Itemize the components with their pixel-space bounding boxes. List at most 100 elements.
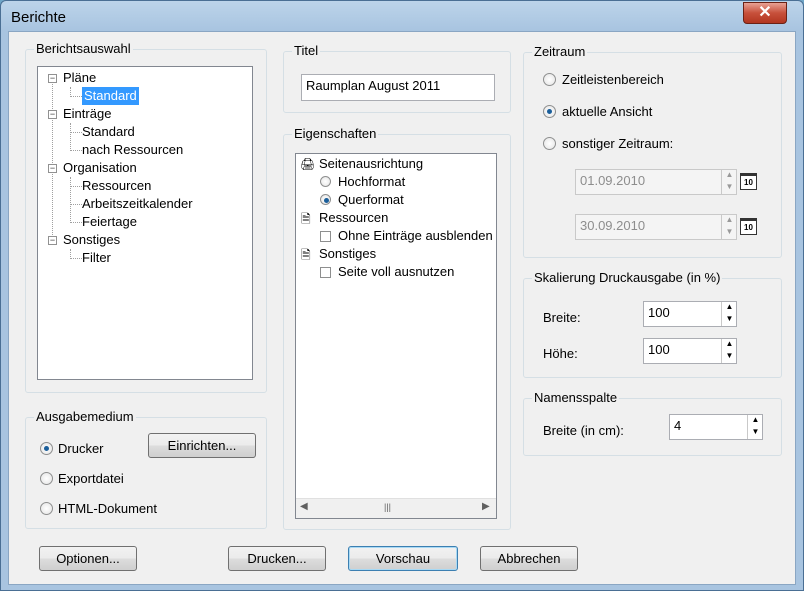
skalierung-hoehe-spinner[interactable]: ▲ ▼ [721,339,737,363]
tree-connector [70,186,82,187]
sonstiges-label: Sonstiges [319,246,377,261]
tree-node-plaene-standard[interactable]: Standard [81,86,140,106]
hochformat-label[interactable]: Hochformat [338,174,405,189]
breite-label: Breite: [543,310,581,325]
page-icon: 🗎 [301,212,311,226]
drucken-button[interactable]: Drucken... [228,546,326,571]
tree-connector [70,222,82,223]
skalierung-breite-spinner[interactable]: ▲ ▼ [721,302,737,326]
dialog-window: Berichte ✕ Berichtsauswahl − Pläne Stand… [0,0,804,591]
skalierung-label: Skalierung Druckausgabe (in %) [532,270,723,285]
ausgabemedium-label: Ausgabemedium [34,409,136,424]
scroll-right-icon[interactable]: ▶ [482,501,490,512]
collapse-icon[interactable]: − [48,110,57,119]
tree-connector [70,177,71,223]
tree-node-arbeitszeitkalender[interactable]: Arbeitszeitkalender [82,195,193,213]
collapse-icon[interactable]: − [48,164,57,173]
tree-connector [52,79,53,243]
tree-node-ressourcen[interactable]: Ressourcen [82,177,151,195]
tree-node-organisation[interactable]: Organisation [63,159,137,177]
seitenausrichtung-label: Seitenausrichtung [319,156,424,171]
report-tree[interactable]: − Pläne Standard − Einträge Standard nac… [37,66,253,380]
abbrechen-button[interactable]: Abbrechen [480,546,578,571]
seite-voll-label[interactable]: Seite voll ausnutzen [338,264,454,279]
titel-input[interactable]: Raumplan August 2011 [301,74,495,101]
namensspalte-breite-spinner[interactable]: ▲ ▼ [747,415,763,439]
calendar-icon[interactable]: 10 [740,218,757,235]
drucker-radio[interactable] [40,442,53,455]
berichtsauswahl-group: Berichtsauswahl − Pläne Standard − Eintr… [25,41,267,393]
date-to-spinner[interactable]: ▲ ▼ [721,215,737,239]
spin-up-icon[interactable]: ▲ [748,415,763,427]
printer-icon: 🖨 [300,157,316,171]
sonstiger-zeitraum-radio[interactable] [543,137,556,150]
window-title: Berichte [11,9,67,26]
tree-connector [70,150,82,151]
spin-up-icon[interactable]: ▲ [722,215,737,227]
eigenschaften-list[interactable]: 🖨 Seitenausrichtung Hochformat Querforma… [295,153,497,519]
title-bar[interactable]: Berichte ✕ [1,1,803,35]
spin-down-icon[interactable]: ▼ [722,351,737,363]
tree-node-feiertage[interactable]: Feiertage [82,213,137,231]
querformat-label[interactable]: Querformat [338,192,404,207]
date-from-spinner[interactable]: ▲ ▼ [721,170,737,194]
tree-node-filter[interactable]: Filter [82,249,111,267]
spin-down-icon[interactable]: ▼ [722,182,737,194]
exportdatei-radio[interactable] [40,472,53,485]
spin-up-icon[interactable]: ▲ [722,170,737,182]
exportdatei-label[interactable]: Exportdatei [58,471,124,486]
hoehe-label: Höhe: [543,346,578,361]
tree-connector [70,123,71,151]
titel-label: Titel [292,43,321,58]
spin-down-icon[interactable]: ▼ [748,427,763,439]
collapse-icon[interactable]: − [48,74,57,83]
html-dokument-radio[interactable] [40,502,53,515]
collapse-icon[interactable]: − [48,236,57,245]
tree-node-plaene[interactable]: Pläne [63,69,96,87]
close-button[interactable]: ✕ [743,2,787,24]
html-dokument-label[interactable]: HTML-Dokument [58,501,157,516]
date-to-input[interactable]: 30.09.2010 [575,214,737,240]
hochformat-radio[interactable] [320,176,331,187]
eigenschaften-group: Eigenschaften 🖨 Seitenausrichtung Hochfo… [283,126,511,530]
zeitraum-group: Zeitraum Zeitleistenbereich aktuelle Ans… [523,44,782,258]
scroll-grip[interactable]: ||| [384,502,391,512]
tree-connector [70,258,82,259]
spin-down-icon[interactable]: ▼ [722,314,737,326]
skalierung-group: Skalierung Druckausgabe (in %) Breite: 1… [523,270,782,378]
page-icon: 🗎 [301,248,311,262]
berichtsauswahl-label: Berichtsauswahl [34,41,133,56]
tree-node-nach-ressourcen[interactable]: nach Ressourcen [82,141,183,159]
aktuelle-ansicht-label[interactable]: aktuelle Ansicht [562,104,652,119]
ausgabemedium-group: Ausgabemedium Drucker Einrichten... Expo… [25,409,267,529]
scroll-left-icon[interactable]: ◀ [300,501,308,512]
optionen-button[interactable]: Optionen... [39,546,137,571]
spin-down-icon[interactable]: ▼ [722,227,737,239]
ohne-eintraege-checkbox[interactable] [320,231,331,242]
tree-node-eintraege[interactable]: Einträge [63,105,111,123]
sonstiger-zeitraum-label[interactable]: sonstiger Zeitraum: [562,136,673,151]
ressourcen-label: Ressourcen [319,210,389,225]
zeitraum-label: Zeitraum [532,44,588,59]
seite-voll-checkbox[interactable] [320,267,331,278]
horizontal-scrollbar[interactable]: ◀ ||| ▶ [296,498,496,518]
vorschau-button[interactable]: Vorschau [348,546,458,571]
tree-node-sonstiges[interactable]: Sonstiges [63,231,120,249]
spin-up-icon[interactable]: ▲ [722,339,737,351]
einrichten-button[interactable]: Einrichten... [148,433,256,458]
querformat-radio[interactable] [320,194,331,205]
zeitleistenbereich-label[interactable]: Zeitleistenbereich [562,72,664,87]
dialog-client: Berichtsauswahl − Pläne Standard − Eintr… [8,31,796,585]
spin-up-icon[interactable]: ▲ [722,302,737,314]
date-from-input[interactable]: 01.09.2010 [575,169,737,195]
aktuelle-ansicht-radio[interactable] [543,105,556,118]
tree-node-eintraege-standard[interactable]: Standard [82,123,135,141]
calendar-icon[interactable]: 10 [740,173,757,190]
tree-connector [70,96,82,97]
drucker-label[interactable]: Drucker [58,441,104,456]
ohne-eintraege-label[interactable]: Ohne Einträge ausblenden [338,228,493,243]
eigenschaften-label: Eigenschaften [292,126,379,141]
namensspalte-group: Namensspalte Breite (in cm): 4 ▲ ▼ [523,390,782,456]
namensspalte-label: Namensspalte [532,390,620,405]
zeitleistenbereich-radio[interactable] [543,73,556,86]
